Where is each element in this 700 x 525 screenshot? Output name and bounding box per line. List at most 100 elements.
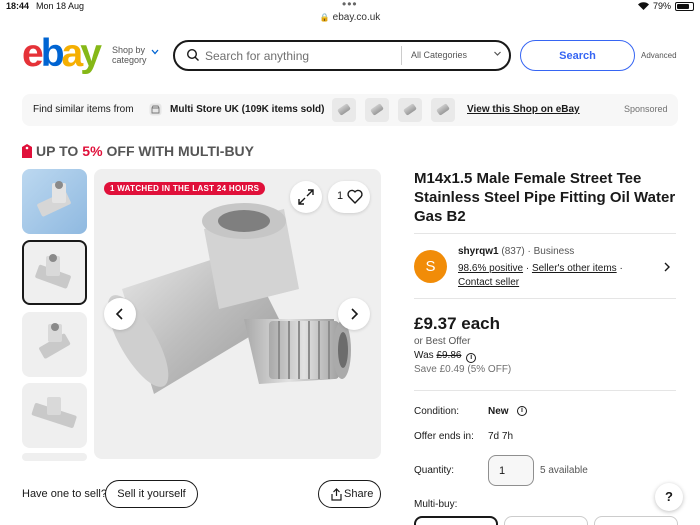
- items-sold: (109K items sold): [241, 104, 325, 115]
- battery-fill: [677, 3, 689, 9]
- multibuy-label: Multi-buy:: [414, 499, 458, 510]
- fitting-thumb-image: [37, 181, 71, 217]
- search-icon: [186, 48, 199, 61]
- chevron-right-icon[interactable]: [662, 262, 672, 272]
- seller-avatar[interactable]: S: [414, 250, 447, 283]
- search-input[interactable]: [205, 47, 395, 65]
- find-similar-bar: Find similar items from Multi Store UK (…: [22, 94, 678, 126]
- seller-other-items-link[interactable]: Seller's other items: [532, 263, 617, 274]
- similar-thumb[interactable]: [431, 98, 455, 122]
- watch-button[interactable]: 1: [328, 181, 370, 213]
- seller-feedback-count: (837): [501, 246, 525, 257]
- store-name: Multi Store UK: [170, 104, 239, 115]
- logo-letter-a: a: [61, 32, 84, 75]
- item-title: M14x1.5 Male Female Street Tee Stainless…: [414, 170, 676, 225]
- share-icon: [331, 488, 342, 501]
- url-bar[interactable]: 🔒 ebay.co.uk: [0, 12, 700, 28]
- promo-percent: 5%: [82, 143, 103, 159]
- was-label: Was: [414, 350, 434, 361]
- multitask-dots[interactable]: •••: [342, 0, 358, 11]
- divider: [414, 298, 676, 299]
- store-icon: [149, 103, 162, 116]
- battery-percent: 79%: [652, 1, 671, 11]
- contact-seller-link[interactable]: Contact seller: [458, 277, 519, 288]
- info-icon[interactable]: i: [466, 353, 477, 363]
- search-button[interactable]: Search: [520, 40, 635, 71]
- status-right: 79%: [637, 1, 694, 11]
- wifi-icon: [637, 2, 649, 10]
- tag-icon: [22, 144, 32, 158]
- lock-icon: 🔒: [319, 13, 330, 22]
- next-image-button[interactable]: [338, 298, 370, 330]
- seller-dot: ·: [525, 263, 530, 274]
- share-button[interactable]: Share: [318, 480, 381, 508]
- watch-count: 1: [337, 190, 344, 202]
- available-count: 5 available: [540, 465, 588, 476]
- seller-dot: ·: [527, 246, 531, 257]
- expand-icon: [298, 189, 314, 205]
- view-shop-link[interactable]: View this Shop on eBay: [467, 104, 580, 115]
- gallery-thumb-selected[interactable]: [22, 240, 87, 305]
- savings-text: Save £0.49 (5% OFF): [414, 364, 512, 375]
- quantity-label: Quantity:: [414, 465, 455, 476]
- was-price: £9.86: [436, 350, 462, 361]
- chevron-down-icon: [151, 49, 159, 55]
- gallery-thumb[interactable]: [22, 169, 87, 234]
- offer-ends-label: Offer ends in:: [414, 431, 474, 442]
- similar-thumb[interactable]: [332, 98, 356, 122]
- best-offer-text: or Best Offer: [414, 336, 471, 347]
- search-bar: All Categories: [173, 40, 511, 71]
- multibuy-promo: UP TO 5% OFF WITH MULTI-BUY: [22, 143, 254, 159]
- previous-image-button[interactable]: [104, 298, 136, 330]
- category-chevron-icon: [494, 51, 501, 56]
- chevron-right-icon: [351, 308, 359, 320]
- advanced-search-link[interactable]: Advanced: [641, 51, 677, 60]
- sell-it-yourself-button[interactable]: Sell it yourself: [105, 480, 198, 508]
- similar-thumbs: [332, 98, 455, 122]
- search-divider: [401, 46, 402, 65]
- seller-name[interactable]: shyrqw1: [458, 246, 499, 257]
- logo-letter-e: e: [22, 32, 44, 75]
- item-price: £9.37 each: [414, 314, 501, 333]
- battery-icon: [675, 1, 694, 11]
- expand-image-button[interactable]: [290, 181, 322, 213]
- status-time: 18:44: [6, 1, 30, 11]
- seller-dot: ·: [619, 263, 623, 274]
- chevron-left-icon: [115, 308, 123, 320]
- similar-thumb[interactable]: [398, 98, 422, 122]
- divider: [414, 390, 676, 391]
- shop-by-line2: category: [112, 55, 147, 65]
- help-button[interactable]: ?: [655, 483, 683, 511]
- seller-type: Business: [533, 246, 575, 257]
- status-bar: 18:44 Mon 18 Aug ••• 79%: [0, 0, 700, 12]
- find-similar-text: Find similar items from: [33, 104, 134, 115]
- url-text: ebay.co.uk: [332, 12, 381, 23]
- fitting-thumb-image: [35, 254, 71, 289]
- ebay-logo[interactable]: ebay: [22, 32, 102, 75]
- logo-letter-b: b: [40, 32, 65, 75]
- status-date: Mon 18 Aug: [36, 1, 85, 11]
- quantity-input[interactable]: [488, 455, 534, 486]
- logo-letter-y: y: [80, 32, 102, 75]
- category-select[interactable]: All Categories: [411, 50, 467, 60]
- store-name-link[interactable]: Multi Store UK (109K items sold): [170, 104, 324, 115]
- shop-by-category[interactable]: Shop by category: [112, 45, 159, 65]
- promo-suffix: OFF WITH MULTI-BUY: [106, 143, 255, 159]
- was-price-row: Was £9.86 i: [414, 350, 477, 363]
- shop-by-line1: Shop by: [112, 45, 146, 55]
- condition-label: Condition:: [414, 406, 460, 417]
- gallery-thumb[interactable]: [22, 383, 87, 448]
- info-icon[interactable]: i: [517, 406, 527, 416]
- multibuy-option[interactable]: [594, 516, 678, 525]
- promo-prefix: UP TO: [36, 143, 79, 159]
- gallery-thumb[interactable]: [22, 453, 87, 461]
- multibuy-option[interactable]: [504, 516, 588, 525]
- watched-badge: 1 WATCHED IN THE LAST 24 HOURS: [104, 182, 266, 195]
- seller-links: 98.6% positive · Seller's other items · …: [458, 262, 638, 290]
- seller-positive-link[interactable]: 98.6% positive: [458, 263, 523, 274]
- multibuy-option[interactable]: [414, 516, 498, 525]
- fitting-thumb-image: [39, 323, 71, 359]
- similar-thumb[interactable]: [365, 98, 389, 122]
- fitting-thumb-image: [31, 397, 77, 428]
- gallery-thumb[interactable]: [22, 312, 87, 377]
